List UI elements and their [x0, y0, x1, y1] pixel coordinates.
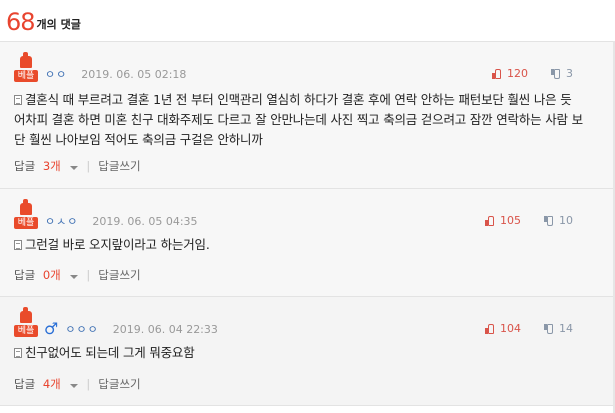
upvote-count: 104 [500, 322, 521, 335]
comment-meta: 베플 ㅇㅅㅇ 2019. 06. 05 04:35 [14, 197, 198, 229]
comment-body: 결혼식 때 부르려고 결혼 1년 전 부터 인맥관리 열심히 하다가 결혼 후에… [14, 90, 583, 150]
separator: | [86, 268, 91, 282]
comments-header: 68 개의 댓글 [0, 0, 615, 40]
reply-toggle[interactable]: 답글 0개 [14, 267, 79, 283]
reply-label: 답글 [14, 377, 36, 391]
comment-meta: 베플 ♂ ㅇㅇㅇ 2019. 06. 04 22:33 [14, 305, 218, 337]
comment-actions: 답글 4개 | 답글쓰기 [14, 376, 141, 392]
comment-count: 68 [6, 8, 36, 36]
thumbs-up-icon [484, 215, 496, 227]
upvote-count: 120 [507, 67, 528, 80]
downvote-button[interactable]: 14 [543, 322, 573, 335]
reply-label: 답글 [14, 159, 36, 173]
best-label: 베플 [14, 217, 38, 229]
caret-down-icon [70, 384, 79, 388]
author-nickname[interactable]: ㅇㅅㅇ [45, 215, 78, 229]
comment-text: 그런걸 바로 오지랖이라고 하는거임. [25, 237, 210, 252]
downvote-button[interactable]: 10 [543, 214, 573, 227]
thumbs-up-icon [20, 52, 32, 68]
reply-count: 3개 [42, 159, 61, 173]
separator: | [86, 377, 91, 391]
caret-down-icon [70, 166, 79, 170]
comment-body: 그런걸 바로 오지랖이라고 하는거임. [14, 235, 583, 255]
reply-count: 4개 [42, 377, 61, 391]
best-comment-badge: 베플 [14, 199, 38, 229]
comment-date: 2019. 06. 05 02:18 [81, 68, 187, 81]
vote-group: 120 3 [491, 67, 573, 80]
thumbs-up-icon [491, 68, 503, 80]
thumbs-down-icon [550, 68, 562, 80]
thumbs-up-icon [484, 323, 496, 335]
best-comment-badge: 베플 [14, 307, 38, 337]
thumbs-down-icon [543, 215, 555, 227]
best-label: 베플 [14, 325, 38, 337]
write-reply-link[interactable]: 답글쓰기 [98, 376, 140, 392]
comment-actions: 답글 3개 | 답글쓰기 [14, 158, 141, 174]
thumbs-up-icon [20, 307, 32, 323]
male-icon: ♂ [44, 319, 59, 338]
comment-date: 2019. 06. 04 22:33 [112, 323, 218, 336]
author-nickname[interactable]: ㅇㅇ [45, 68, 67, 82]
document-icon [14, 95, 22, 105]
upvote-button[interactable]: 105 [484, 214, 521, 227]
vote-group: 105 10 [484, 214, 573, 227]
separator: | [86, 159, 91, 173]
document-icon [14, 240, 22, 250]
document-icon [14, 348, 22, 358]
write-reply-link[interactable]: 답글쓰기 [98, 267, 140, 283]
comment-text: 결혼식 때 부르려고 결혼 1년 전 부터 인맥관리 열심히 하다가 결혼 후에… [14, 92, 583, 147]
downvote-button[interactable]: 3 [550, 67, 573, 80]
comment-list: 베플 ㅇㅇ 2019. 06. 05 02:18 120 3 결혼식 때 부르려… [0, 41, 613, 406]
thumbs-up-icon [20, 199, 32, 215]
comment-item: 베플 ♂ ㅇㅇㅇ 2019. 06. 04 22:33 104 14 친구없어도… [0, 297, 613, 406]
reply-toggle[interactable]: 답글 3개 [14, 158, 79, 174]
comment-count-label: 개의 댓글 [36, 18, 81, 31]
write-reply-link[interactable]: 답글쓰기 [98, 158, 140, 174]
downvote-count: 3 [566, 67, 573, 80]
comment-item: 베플 ㅇㅅㅇ 2019. 06. 05 04:35 105 10 그런걸 바로 … [0, 189, 613, 297]
comment-date: 2019. 06. 05 04:35 [92, 215, 198, 228]
reply-count: 0개 [42, 268, 61, 282]
best-comment-badge: 베플 [14, 52, 38, 82]
upvote-button[interactable]: 104 [484, 322, 521, 335]
downvote-count: 14 [559, 322, 573, 335]
comment-text: 친구없어도 되는데 그게 뭐중요함 [25, 345, 195, 360]
reply-label: 답글 [14, 268, 36, 282]
upvote-button[interactable]: 120 [491, 67, 528, 80]
best-label: 베플 [14, 70, 38, 82]
vote-group: 104 14 [484, 322, 573, 335]
comment-actions: 답글 0개 | 답글쓰기 [14, 267, 141, 283]
comment-meta: 베플 ㅇㅇ 2019. 06. 05 02:18 [14, 50, 186, 82]
comment-body: 친구없어도 되는데 그게 뭐중요함 [14, 343, 583, 363]
downvote-count: 10 [559, 214, 573, 227]
upvote-count: 105 [500, 214, 521, 227]
reply-toggle[interactable]: 답글 4개 [14, 376, 79, 392]
comment-item: 베플 ㅇㅇ 2019. 06. 05 02:18 120 3 결혼식 때 부르려… [0, 42, 613, 189]
author-nickname[interactable]: ㅇㅇㅇ [65, 323, 98, 337]
thumbs-down-icon [543, 323, 555, 335]
caret-down-icon [70, 275, 79, 279]
